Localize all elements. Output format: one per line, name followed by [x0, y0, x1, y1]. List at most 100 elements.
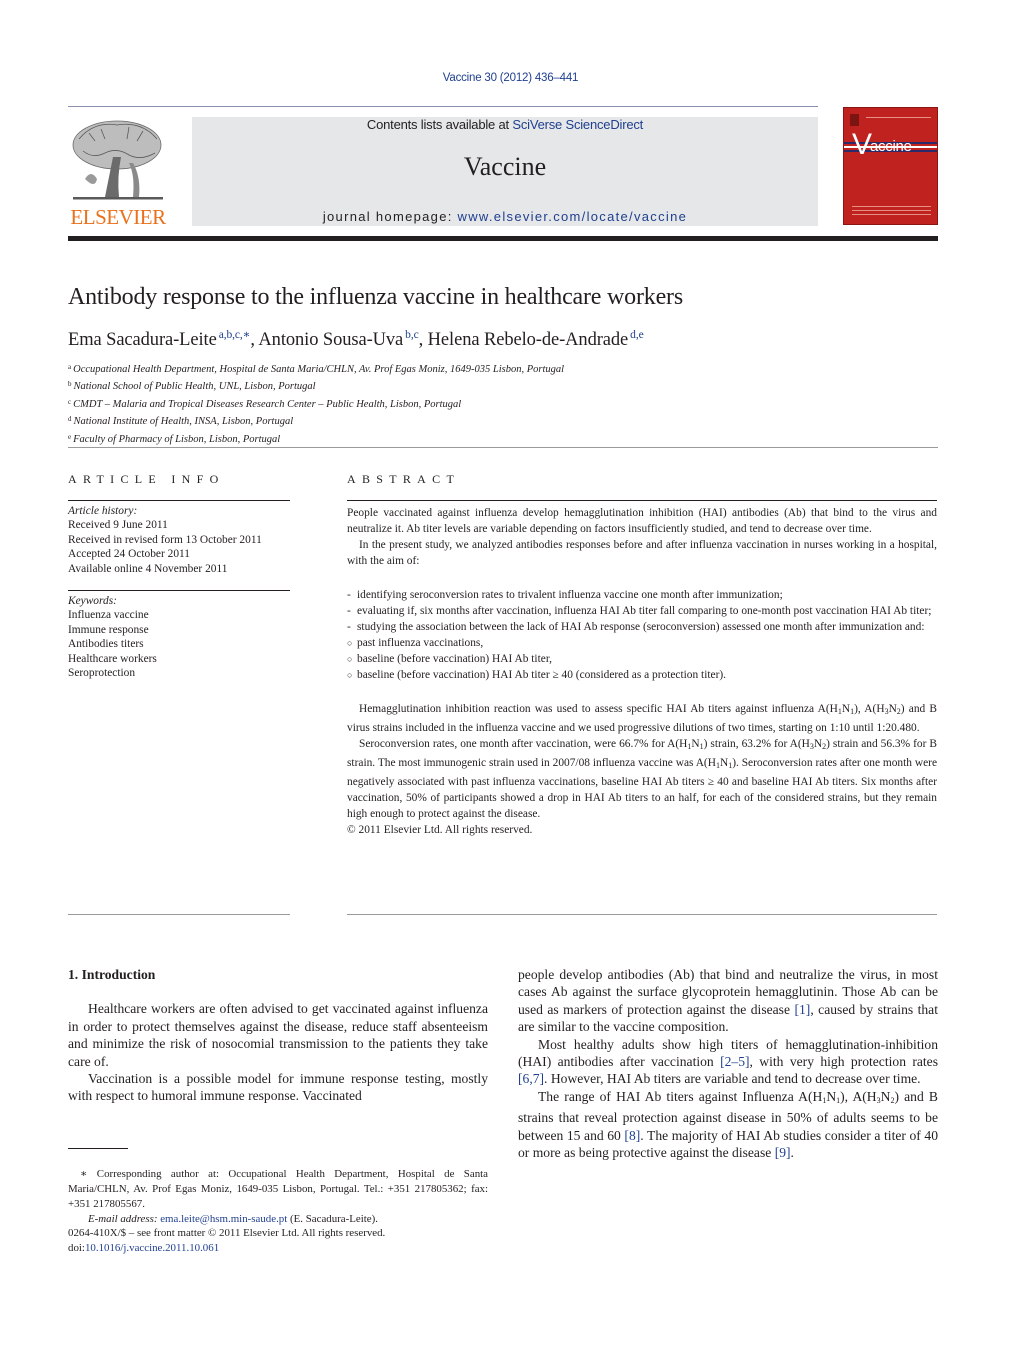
abstract-bottom-rule [347, 914, 937, 915]
text-run: N [691, 738, 700, 750]
journal-homepage-line: journal homepage: www.elsevier.com/locat… [192, 209, 818, 224]
cover-text-line [852, 214, 931, 215]
body-paragraph: Healthcare workers are often advised to … [68, 1001, 488, 1069]
text-run: . However, HAI Ab titers are variable an… [544, 1071, 921, 1087]
homepage-prefix: journal homepage: [322, 209, 458, 224]
cover-elsevier-emblem-icon [850, 114, 859, 126]
reference-link[interactable]: [9] [775, 1145, 791, 1160]
body-column-right: people develop antibodies (Ab) that bind… [518, 966, 938, 1161]
body-column-left: 1. Introduction Healthcare workers are o… [68, 966, 488, 1105]
header-rule [68, 106, 818, 107]
reference-link[interactable]: [6,7] [518, 1071, 544, 1086]
aim-item: - studying the association between the la… [347, 619, 937, 635]
history-item: Received 9 June 2011 [68, 519, 168, 532]
affiliation-text: CMDT – Malaria and Tropical Diseases Res… [73, 398, 462, 410]
reference-link[interactable]: [1] [794, 1002, 810, 1017]
abstract-copyright: © 2011 Elsevier Ltd. All rights reserved… [347, 824, 533, 836]
doi-line: doi:10.1016/j.vaccine.2011.10.061 [68, 1241, 385, 1256]
circle-bullet-icon: ○ [347, 670, 353, 680]
affiliation-marks[interactable]: b,c [405, 329, 419, 341]
email-label: E-mail address: [88, 1213, 161, 1225]
aim-subitem: ○ past influenza vaccinations, [347, 635, 937, 651]
footnote-text: Corresponding author at: Occupational He… [68, 1168, 488, 1210]
journal-citation[interactable]: Vaccine 30 (2012) 436–441 [0, 72, 1021, 84]
article-info-bottom-rule [68, 914, 290, 915]
aim-text: evaluating if, six months after vaccinat… [357, 605, 932, 617]
corresponding-author-note: ∗ Corresponding author at: Occupational … [68, 1167, 488, 1212]
affiliation-divider [68, 447, 938, 448]
article-info-rule [68, 500, 290, 501]
history-item: Available online 4 November 2011 [68, 562, 228, 575]
body-paragraph: people develop antibodies (Ab) that bind… [518, 966, 938, 1036]
reference-link[interactable]: [8] [624, 1128, 640, 1143]
author[interactable]: Helena Rebelo-de-Andrade d,e [427, 329, 644, 350]
aim-item: - evaluating if, six months after vaccina… [347, 603, 937, 619]
affiliation-text: National School of Public Health, UNL, L… [73, 381, 316, 393]
text-run: N [813, 738, 823, 750]
abstract-rule [347, 500, 937, 501]
affiliation: d National Institute of Health, INSA, Lis… [68, 412, 564, 429]
body-paragraph: The range of HAI Ab titers against Influ… [518, 1088, 938, 1162]
text-run: N [880, 1088, 891, 1104]
header-thick-rule [68, 236, 938, 241]
aim-text: baseline (before vaccination) HAI Ab tit… [357, 653, 553, 665]
aim-subitem: ○ baseline (before vaccination) HAI Ab ti… [347, 667, 937, 683]
journal-cover-thumbnail[interactable]: V accine [843, 107, 938, 225]
dash-bullet: - [347, 621, 351, 633]
article-info-heading: ARTICLE INFO [68, 472, 225, 486]
history-item: Received in revised form 13 October 2011 [68, 533, 262, 546]
abstract-paragraph: In the present study, we analyzed antibo… [347, 539, 937, 567]
text-run: Hemagglutination inhibition reaction was… [359, 703, 838, 715]
keyword: Antibodies titers [68, 638, 144, 651]
elsevier-logo[interactable]: ELSEVIER [67, 115, 169, 230]
journal-homepage-link[interactable]: www.elsevier.com/locate/vaccine [458, 209, 688, 224]
abstract-paragraph: Seroconversion rates, one month after va… [347, 736, 937, 822]
cover-header-line [866, 117, 931, 118]
keyword: Influenza vaccine [68, 609, 149, 622]
text-run: N [719, 757, 729, 769]
author-list: Ema Sacadura-Leite a,b,c,∗, Antonio Sousa… [68, 327, 644, 351]
section-heading-introduction: 1. Introduction [68, 967, 156, 982]
dash-bullet: - [347, 605, 351, 617]
dash-bullet: - [347, 589, 351, 601]
keywords: Keywords: Influenza vaccine Immune respo… [68, 594, 290, 680]
author[interactable]: Antonio Sousa-Uva b,c [258, 329, 419, 350]
front-matter-text: 0264-410X/$ – see front matter © 2011 El… [68, 1227, 386, 1239]
affiliation: c CMDT – Malaria and Tropical Diseases Re… [68, 395, 564, 412]
abstract-paragraph: People vaccinated against influenza deve… [347, 507, 937, 535]
affiliation-mark: c [68, 397, 72, 406]
author-name: Helena Rebelo-de-Andrade [427, 330, 629, 350]
elsevier-tree-icon [72, 120, 163, 200]
article-title: Antibody response to the influenza vacci… [68, 284, 683, 310]
front-matter: 0264-410X/$ – see front matter © 2011 El… [68, 1226, 385, 1256]
aim-text: identifying seroconversion rates to triv… [357, 589, 783, 601]
text-run: , with very high protection rates [749, 1054, 939, 1070]
affiliation-mark: e [68, 432, 72, 441]
aim-text: studying the association between the lac… [357, 621, 925, 633]
cover-text-line [852, 206, 931, 207]
keywords-rule [68, 590, 290, 591]
affiliation-text: Faculty of Pharmacy of Lisbon, Lisbon, P… [73, 433, 281, 445]
abstract-body: People vaccinated against influenza deve… [347, 505, 937, 838]
contents-prefix: Contents lists available at [366, 117, 513, 132]
circle-bullet-icon: ○ [347, 654, 353, 664]
author-name: Antonio Sousa-Uva [258, 330, 404, 350]
reference-link[interactable]: [2–5] [720, 1054, 749, 1069]
affiliation-marks[interactable]: a,b,c,∗ [219, 329, 251, 341]
text-run: N [888, 703, 897, 715]
text-run: ) strain, 63.2% for A(H [703, 738, 810, 750]
doi-link[interactable]: 10.1016/j.vaccine.2011.10.061 [85, 1242, 219, 1254]
aim-text: baseline (before vaccination) HAI Ab tit… [357, 669, 727, 681]
aim-text: past influenza vaccinations, [357, 637, 484, 649]
affiliation-mark: d [68, 415, 72, 424]
elsevier-wordmark: ELSEVIER [70, 205, 166, 229]
affiliation-marks[interactable]: d,e [630, 329, 644, 341]
cover-title: accine [870, 138, 912, 155]
affiliation-mark: a [68, 363, 72, 371]
sciverse-sciencedirect-link[interactable]: SciVerse ScienceDirect [512, 117, 643, 132]
author-name: Ema Sacadura-Leite [68, 330, 217, 350]
author-email-link[interactable]: ema.leite@hsm.min-saude.pt [160, 1213, 287, 1225]
history-label: Article history: [68, 505, 138, 517]
text-run: ), A(H [854, 703, 885, 715]
author[interactable]: Ema Sacadura-Leite a,b,c,∗ [68, 329, 251, 350]
